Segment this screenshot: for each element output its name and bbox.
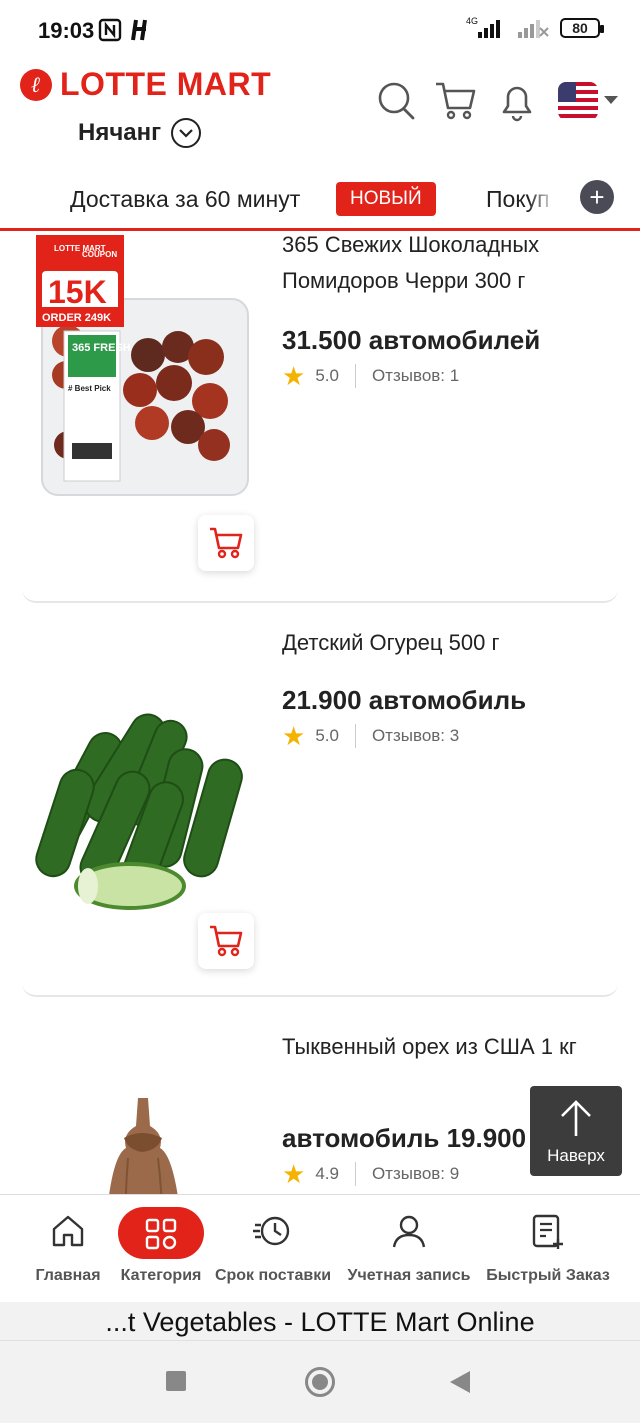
svg-text:15K: 15K: [48, 274, 107, 310]
rating-value: 4.9: [315, 1164, 339, 1183]
back-button[interactable]: [448, 1369, 472, 1395]
rating-value: 5.0: [315, 366, 339, 385]
category-tabs: Доставка за 60 минут НОВЫЙ Покуп +: [0, 176, 640, 228]
nav-category-label: Категория: [120, 1267, 202, 1284]
sliced-cucumber: [74, 862, 186, 910]
more-tabs-button[interactable]: +: [580, 180, 614, 214]
star-icon: ★: [282, 1159, 306, 1189]
logo-mark-icon: ℓ: [20, 68, 52, 101]
product-card[interactable]: Детский Огурец 500 г 21.900 автомобиль ★…: [22, 623, 618, 997]
recent-apps-button[interactable]: [166, 1371, 186, 1391]
star-icon: ★: [282, 361, 306, 391]
nfc-icon: [98, 18, 122, 42]
new-badge: НОВЫЙ: [336, 182, 436, 216]
signal-sim2-icon: [518, 20, 549, 38]
home-icon: [52, 1215, 84, 1247]
rating-separator: [354, 364, 356, 388]
product-name[interactable]: Детский Огурец 500 г: [282, 625, 612, 661]
app-notification-icon: [131, 19, 147, 41]
us-flag-icon[interactable]: [558, 82, 598, 120]
product-image-tomatoes[interactable]: LOTTE MART COUPON 15K ORDER 249K 365 FRE…: [28, 235, 258, 505]
rating-separator: [354, 1162, 356, 1186]
category-icon: [145, 1218, 177, 1250]
arrow-up-icon: [561, 1100, 591, 1136]
product-name[interactable]: Тыквенный орех из США 1 кг: [282, 1029, 612, 1065]
svg-text:ORDER 249K: ORDER 249K: [42, 312, 111, 324]
cart-icon: [210, 925, 243, 957]
review-count[interactable]: Отзывов: 3: [372, 726, 459, 746]
cart-icon: [210, 527, 243, 559]
tab-purchase[interactable]: Покуп: [486, 186, 556, 213]
add-to-cart-button[interactable]: [198, 913, 254, 969]
browser-page-title: ...t Vegetables - LOTTE Mart Online: [0, 1302, 640, 1340]
language-caret-icon[interactable]: [604, 96, 618, 104]
bottom-navigation: Главная Категория Срок поставки Учетная …: [0, 1194, 640, 1302]
system-navigation-bar: [0, 1340, 640, 1423]
review-count[interactable]: Отзывов: 1: [372, 366, 459, 386]
star-icon: ★: [282, 721, 306, 751]
nav-category[interactable]: Категория: [116, 1195, 206, 1303]
product-price: автомобиль 19.900: [282, 1123, 527, 1153]
home-button[interactable]: [305, 1367, 335, 1397]
product-image-cucumbers[interactable]: [28, 673, 258, 943]
product-rating: ★ 4.9 Отзывов: 9: [282, 1161, 459, 1187]
delivery-time-icon: [253, 1216, 290, 1246]
svg-text:365 FRESH: 365 FRESH: [72, 342, 131, 354]
product-price: 31.500 автомобилей: [282, 325, 541, 355]
product-card[interactable]: Тыквенный орех из США 1 кг автомобиль 19…: [22, 1019, 618, 1194]
status-time: 19:03: [38, 18, 95, 43]
lotte-mart-logo[interactable]: ℓ LOTTE MART: [20, 66, 271, 103]
network-type: 4G: [466, 16, 478, 26]
nav-quick-order[interactable]: Быстрый Заказ: [480, 1195, 616, 1303]
product-image-squash[interactable]: [28, 1043, 258, 1194]
product-list[interactable]: LOTTE MART COUPON 15K ORDER 249K 365 FRE…: [0, 231, 640, 1194]
location-selector[interactable]: Нячанг: [78, 118, 202, 148]
nav-delivery-time[interactable]: Срок поставки: [208, 1195, 338, 1303]
nav-home-label: Главная: [35, 1267, 101, 1284]
nav-home[interactable]: Главная: [30, 1195, 106, 1303]
scroll-to-top-label: Наверх: [547, 1146, 605, 1165]
product-price: 21.900 автомобиль: [282, 685, 527, 715]
product-rating: ★ 5.0 Отзывов: 3: [282, 723, 459, 749]
rating-value: 5.0: [315, 726, 339, 745]
signal-4g-icon: 4G: [466, 16, 500, 38]
bell-icon[interactable]: [498, 80, 536, 122]
logo-text: LOTTE MART: [60, 66, 272, 102]
user-icon: [392, 1215, 426, 1248]
battery-indicator: 80: [560, 18, 604, 38]
scroll-to-top-button[interactable]: Наверх: [530, 1086, 622, 1176]
nav-quick-order-label: Быстрый Заказ: [486, 1267, 610, 1284]
svg-text:# Best Pick: # Best Pick: [68, 384, 111, 393]
chevron-down-icon: [171, 118, 202, 148]
nav-delivery-time-label: Срок поставки: [214, 1267, 332, 1284]
home-button-dot: [312, 1374, 328, 1390]
cart-icon[interactable]: [434, 80, 476, 122]
svg-text:COUPON: COUPON: [82, 250, 117, 259]
tab-delivery-60[interactable]: Доставка за 60 минут: [70, 186, 300, 213]
location-name: Нячанг: [78, 119, 162, 146]
search-icon[interactable]: [376, 80, 416, 122]
product-rating: ★ 5.0 Отзывов: 1: [282, 363, 459, 389]
nav-account[interactable]: Учетная запись: [344, 1195, 474, 1303]
status-right-icons: 4G 80: [464, 16, 604, 40]
rating-separator: [354, 724, 356, 748]
add-to-cart-button[interactable]: [198, 515, 254, 571]
product-name[interactable]: 365 Свежих Шоколадных Помидоров Черри 30…: [282, 231, 612, 299]
product-card[interactable]: LOTTE MART COUPON 15K ORDER 249K 365 FRE…: [22, 231, 618, 603]
quick-order-icon: [532, 1214, 563, 1249]
review-count[interactable]: Отзывов: 9: [372, 1164, 459, 1184]
coupon-sticker: LOTTE MART COUPON 15K ORDER 249K: [36, 235, 124, 327]
status-left-icons: [98, 18, 152, 42]
nav-account-label: Учетная запись: [347, 1267, 471, 1284]
status-bar: 19:03 4G 80: [0, 0, 640, 60]
